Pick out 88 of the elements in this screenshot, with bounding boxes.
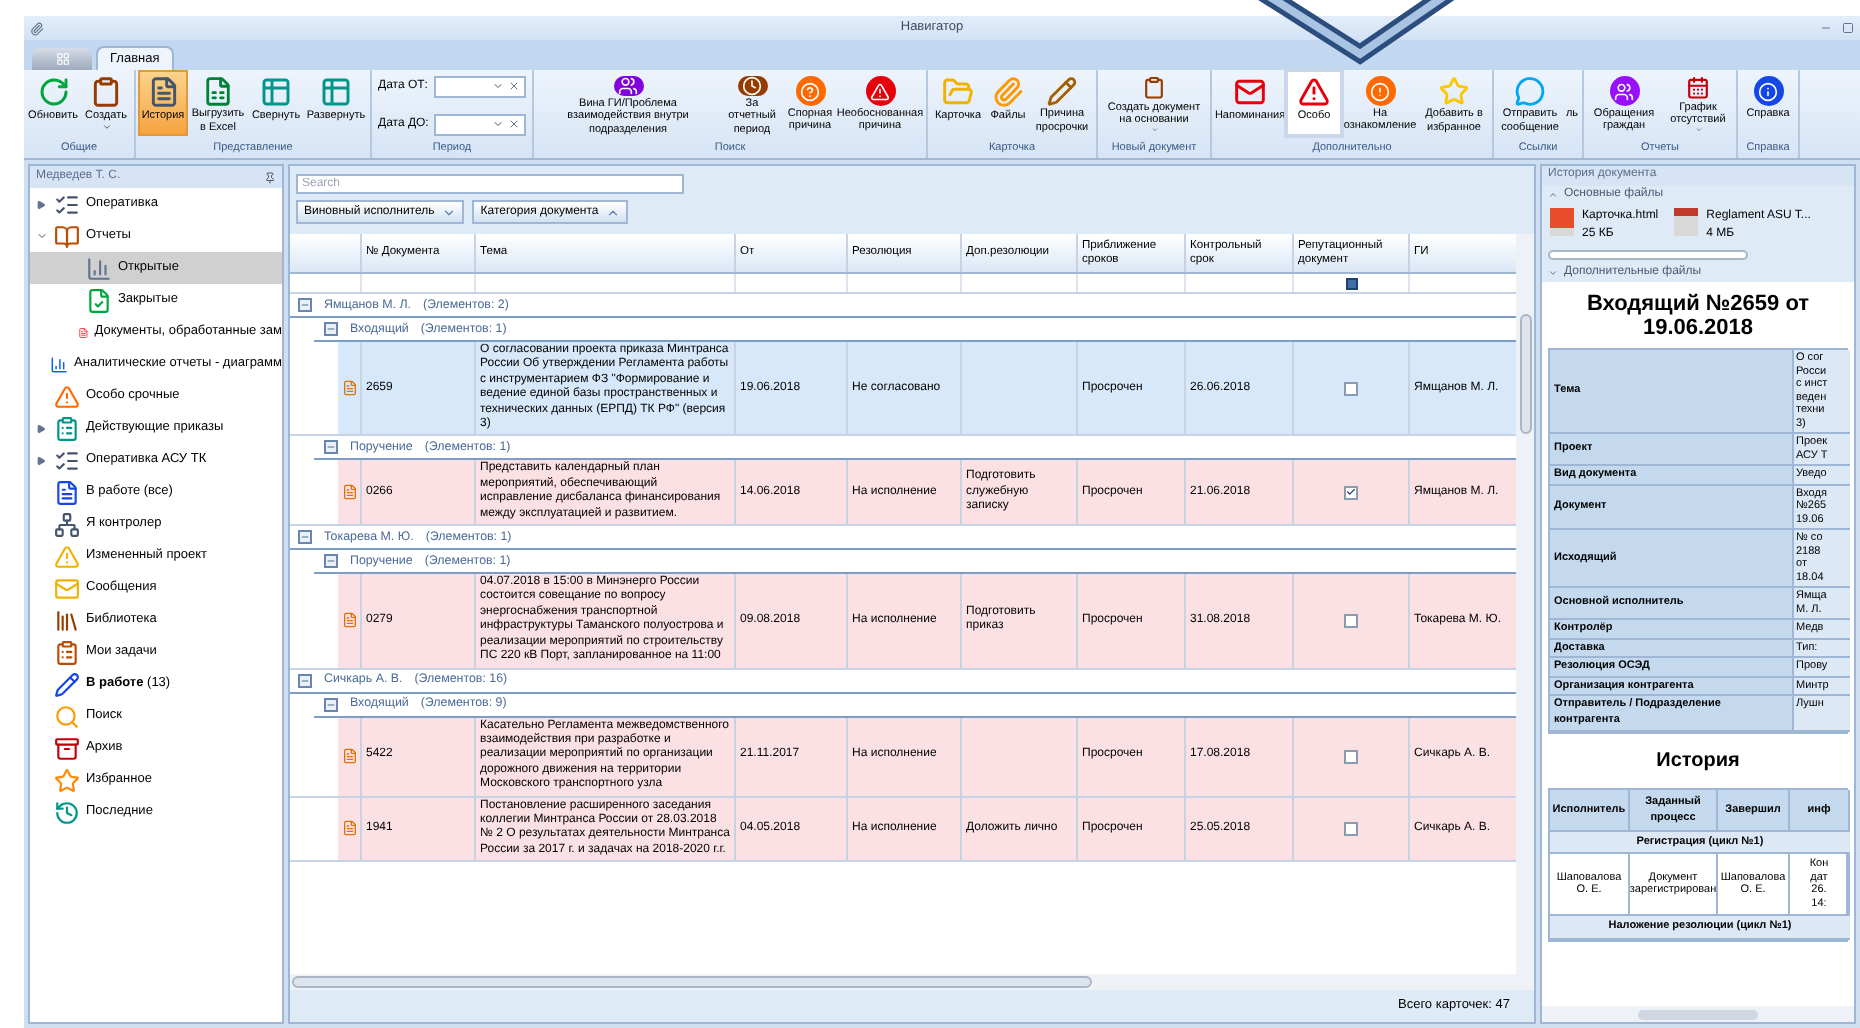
grid-icon	[55, 52, 69, 66]
ribbon-icon	[1046, 76, 1078, 107]
ribbon-icon	[1298, 76, 1330, 108]
checkbox[interactable]	[1344, 613, 1358, 628]
collapse-icon[interactable]	[324, 440, 338, 455]
clear-icon[interactable]	[508, 80, 520, 92]
minimize-icon[interactable]	[1819, 22, 1832, 34]
dropdown-icon[interactable]	[492, 118, 504, 130]
collapse-icon[interactable]	[298, 673, 312, 687]
vertical-scrollbar[interactable]	[1516, 234, 1534, 990]
ribbon-icon	[865, 76, 895, 106]
document-icon	[341, 612, 357, 629]
table-row[interactable]	[290, 460, 1517, 527]
date-field[interactable]	[434, 75, 526, 97]
html-file-icon	[1550, 208, 1574, 236]
table-row[interactable]	[290, 574, 1517, 669]
item-icon	[54, 767, 80, 793]
collapse-icon[interactable]	[324, 697, 338, 711]
checkbox[interactable]	[1344, 485, 1358, 500]
ribbon-icon	[1438, 76, 1470, 107]
item-icon	[86, 287, 112, 313]
ribbon-icon	[147, 76, 179, 108]
ribbon-icon	[1234, 76, 1266, 108]
pdf-file-icon	[1674, 208, 1699, 236]
ribbon-icon	[202, 76, 234, 107]
ribbon-icon	[613, 76, 643, 96]
item-icon	[54, 799, 80, 825]
restore-icon[interactable]	[1841, 22, 1854, 34]
checkbox[interactable]	[1344, 381, 1358, 396]
ribbon-icon	[1514, 76, 1546, 107]
clear-icon[interactable]	[508, 118, 520, 130]
paperclip-icon	[30, 21, 44, 35]
ribbon-icon	[737, 76, 767, 96]
ribbon-icon	[1753, 76, 1783, 106]
item-icon	[54, 543, 80, 569]
collapse-icon	[1548, 190, 1558, 200]
collapse-icon[interactable]	[35, 230, 47, 242]
table-row[interactable]	[290, 797, 1517, 863]
checkbox[interactable]	[1344, 821, 1358, 836]
ribbon-icon	[37, 76, 69, 108]
item-icon	[54, 703, 80, 729]
item-icon	[54, 223, 80, 249]
app-menu-button[interactable]	[32, 48, 92, 70]
collapse-icon[interactable]	[298, 298, 312, 312]
filter-checkbox[interactable]	[1345, 277, 1357, 289]
ribbon-icon	[1609, 76, 1639, 106]
pin-icon[interactable]	[264, 171, 276, 183]
collapse-icon[interactable]	[298, 530, 312, 545]
document-icon	[341, 748, 357, 765]
item-icon	[49, 351, 69, 377]
history-heading: История	[1654, 747, 1742, 775]
ribbon-icon	[260, 76, 292, 108]
ribbon-icon	[942, 76, 974, 108]
horizontal-scrollbar[interactable]	[1542, 1006, 1854, 1022]
item-icon	[54, 575, 80, 601]
ribbon-icon	[992, 76, 1024, 108]
horizontal-scrollbar[interactable]	[290, 974, 1517, 990]
document-icon	[341, 380, 357, 397]
document-heading: Входящий №2659 от 19.06.2018	[1584, 292, 1812, 340]
item-icon	[54, 671, 80, 697]
collapse-icon[interactable]	[324, 554, 338, 569]
item-icon	[54, 511, 80, 537]
item-icon	[54, 607, 80, 633]
collapse-icon[interactable]	[324, 322, 338, 336]
ribbon-icon	[320, 76, 352, 108]
dropdown-icon[interactable]	[492, 80, 504, 92]
ribbon-icon	[90, 76, 122, 108]
item-icon	[54, 639, 80, 665]
expand-icon[interactable]	[36, 199, 46, 209]
item-icon	[54, 735, 80, 761]
item-icon	[54, 415, 80, 441]
ribbon-icon	[795, 76, 825, 106]
expand-icon[interactable]	[36, 423, 46, 433]
expand-icon	[1548, 268, 1558, 278]
table-row[interactable]	[290, 342, 1517, 437]
ribbon-icon	[1365, 76, 1395, 106]
table-row[interactable]	[290, 717, 1517, 798]
ribbon-icon	[1682, 76, 1714, 100]
item-icon	[54, 383, 80, 409]
document-icon	[341, 484, 357, 501]
item-icon	[86, 255, 112, 281]
expand-icon[interactable]	[36, 455, 46, 465]
item-icon	[54, 479, 80, 505]
document-icon	[341, 820, 357, 837]
date-field[interactable]	[434, 113, 526, 135]
item-icon	[54, 191, 80, 217]
item-icon	[54, 447, 80, 473]
checkbox[interactable]	[1344, 749, 1358, 764]
